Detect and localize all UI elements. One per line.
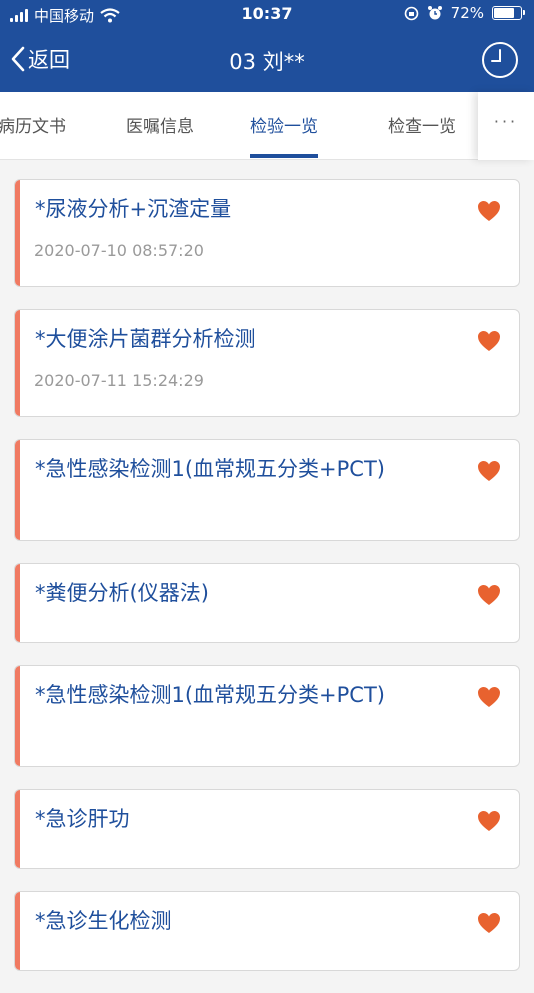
item-name: *尿液分析+沉渣定量 [35,197,232,221]
heart-icon[interactable] [477,584,501,606]
list-item[interactable]: *尿液分析+沉渣定量 2020-07-10 08:57:20 [14,179,520,287]
tab-orders[interactable]: 医嘱信息 [126,92,194,160]
battery-percent: 72% [450,4,484,22]
list-item[interactable]: *大便涂片菌群分析检测 2020-07-11 15:24:29 [14,309,520,417]
heart-icon[interactable] [477,912,501,934]
item-date: 2020-07-11 15:24:29 [34,371,204,390]
heart-icon[interactable] [477,200,501,222]
status-bar: 中国移动 10:37 72% [0,0,534,30]
item-accent-stripe [15,180,20,286]
item-accent-stripe [15,666,20,766]
page-title: 03 刘** [229,50,305,74]
item-accent-stripe [15,440,20,540]
item-accent-stripe [15,790,20,868]
heart-icon[interactable] [477,686,501,708]
list-item[interactable]: *急性感染检测1(血常规五分类+PCT) [14,439,520,541]
heart-icon[interactable] [477,330,501,352]
list-item[interactable]: *急诊生化检测 [14,891,520,971]
tab-label: 检验一览 [250,117,318,137]
nav-bar: 返回 03 刘** [0,30,534,92]
list-item[interactable]: *急诊肝功 [14,789,520,869]
status-right: 72% [404,4,525,22]
tab-lab-results[interactable]: 检验一览 [250,92,318,160]
more-tabs-button[interactable]: ··· [478,92,534,160]
item-accent-stripe [15,310,20,416]
battery-fill [494,8,515,18]
active-tab-indicator [250,154,318,158]
item-date: 2020-07-10 08:57:20 [34,241,204,260]
item-accent-stripe [15,564,20,642]
list-item[interactable]: *急性感染检测1(血常规五分类+PCT) [14,665,520,767]
item-accent-stripe [15,892,20,970]
item-name: *急性感染检测1(血常规五分类+PCT) [35,457,385,481]
list-item[interactable]: *粪便分析(仪器法) [14,563,520,643]
item-name: *大便涂片菌群分析检测 [35,327,256,351]
heart-icon[interactable] [477,810,501,832]
battery-icon [492,6,525,20]
heart-icon[interactable] [477,460,501,482]
tab-label: 医嘱信息 [126,117,194,137]
rotation-lock-icon [404,6,418,20]
clock-icon[interactable] [481,41,519,79]
item-name: *粪便分析(仪器法) [35,581,209,605]
tab-bar: 病历文书 医嘱信息 检验一览 检查一览 ··· [0,92,534,160]
tab-label: 病历文书 [0,117,66,137]
lab-test-list: *尿液分析+沉渣定量 2020-07-10 08:57:20 *大便涂片菌群分析… [14,179,520,993]
item-name: *急性感染检测1(血常规五分类+PCT) [35,683,385,707]
tab-medical-records[interactable]: 病历文书 [0,92,66,160]
item-name: *急诊肝功 [35,807,130,831]
item-name: *急诊生化检测 [35,909,172,933]
tab-label: 检查一览 [388,117,456,137]
alarm-icon [427,6,442,20]
tab-exams[interactable]: 检查一览 [388,92,456,160]
